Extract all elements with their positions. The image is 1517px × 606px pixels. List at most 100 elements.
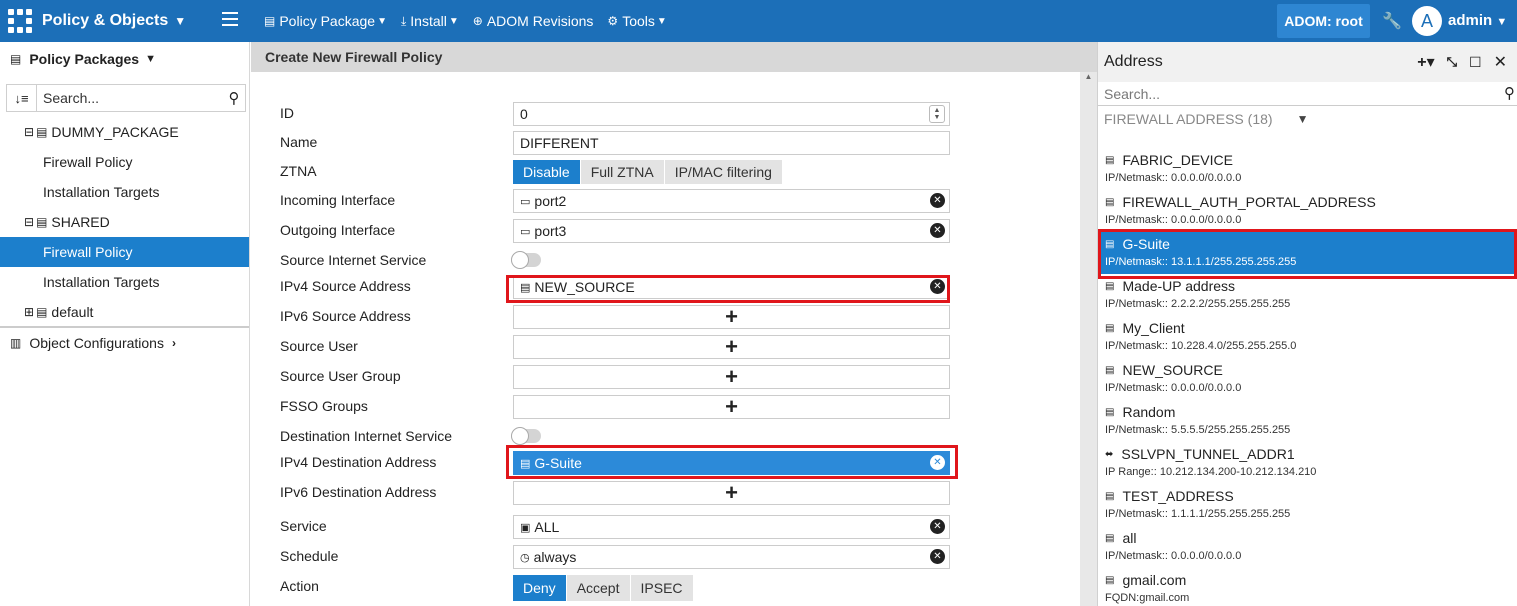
address-icon: ▤ [1105, 364, 1115, 376]
address-item[interactable]: ▤ TEST_ADDRESS IP/Netmask:: 1.1.1.1/255.25… [1099, 484, 1515, 526]
address-search-input[interactable]: Search... ⚲ [1098, 82, 1517, 106]
tree-item-firewall-policy-selected[interactable]: Firewall Policy [0, 237, 249, 267]
address-item[interactable]: ▤ Random IP/Netmask:: 5.5.5.5/255.255.255.… [1099, 400, 1515, 442]
search-icon[interactable]: ⚲ [223, 89, 245, 107]
address-icon: ▤ [1105, 532, 1115, 544]
expand-icon[interactable]: ⊞ [24, 305, 34, 319]
globe-icon: ⊕ [472, 14, 483, 28]
tree-item-installation-targets[interactable]: Installation Targets [0, 267, 249, 297]
sidebar-header[interactable]: ▤ Policy Packages ▼ [0, 42, 249, 76]
avatar[interactable]: A [1412, 6, 1442, 36]
wrench-icon[interactable]: 🔧 [1382, 11, 1402, 31]
adom-button[interactable]: ADOM: root [1277, 4, 1370, 38]
name-field[interactable]: DIFFERENT [513, 131, 950, 155]
user-menu[interactable]: admin ▼ [1448, 12, 1507, 29]
action-ipsec-button[interactable]: IPSEC [630, 575, 694, 601]
ztna-full-button[interactable]: Full ZTNA [580, 160, 665, 184]
address-item[interactable]: ⬌ SSLVPN_TUNNEL_ADDR1 IP Range:: 10.212.13… [1099, 442, 1515, 484]
action-deny-button[interactable]: Deny [513, 575, 567, 601]
schedule-field[interactable]: ◷ always ✕ [513, 545, 950, 569]
address-item[interactable]: ▤ NEW_SOURCE IP/Netmask:: 0.0.0.0/0.0.0.0 [1099, 358, 1515, 400]
address-icon: ▤ [1105, 280, 1115, 292]
action-accept-button[interactable]: Accept [566, 575, 631, 601]
remove-icon[interactable]: ✕ [930, 549, 945, 564]
address-item[interactable]: ▤ FABRIC_DEVICE IP/Netmask:: 0.0.0.0/0.0.0… [1099, 148, 1515, 190]
menu-install[interactable]: ⤓ Install ▼ [401, 13, 459, 29]
hamburger-menu-icon[interactable] [222, 12, 238, 28]
close-icon[interactable]: ✕ [1494, 52, 1507, 72]
ztna-ipmac-button[interactable]: IP/MAC filtering [664, 160, 783, 184]
fsso-groups-add[interactable]: + [513, 394, 950, 419]
source-user-add[interactable]: + [513, 334, 950, 359]
ztna-disable-button[interactable]: Disable [513, 160, 581, 184]
collapse-icon[interactable]: ⊟ [24, 125, 34, 139]
collapse-icon[interactable]: ⤡ [1447, 54, 1457, 70]
address-category[interactable]: FIREWALL ADDRESS (18) ▼ [1104, 111, 1308, 127]
menu-adom-revisions[interactable]: ⊕ ADOM Revisions [473, 13, 594, 29]
address-item[interactable]: ▤ My_Client IP/Netmask:: 10.228.4.0/255.25… [1099, 316, 1515, 358]
incoming-interface-field[interactable]: ▭ port2 ✕ [513, 189, 950, 213]
highlight-box [506, 275, 950, 303]
form-scrollbar[interactable]: ▲ [1080, 72, 1097, 606]
tree-item-dummy-package[interactable]: ⊟ ▤ DUMMY_PACKAGE [0, 117, 249, 147]
collapse-icon[interactable]: ⊟ [24, 215, 34, 229]
top-menu: ▤ Policy Package ▼ ⤓ Install ▼ ⊕ ADOM Revisio… [264, 0, 681, 42]
package-tree: ⊟ ▤ DUMMY_PACKAGE Firewall Policy Installa… [0, 117, 249, 327]
label-outgoing-interface: Outgoing Interface [280, 222, 396, 238]
label-schedule: Schedule [280, 548, 339, 564]
sidebar-divider [0, 326, 249, 328]
panel-tools: +▾ ⤡ ☐ ✕ [1405, 52, 1507, 72]
source-internet-service-toggle[interactable] [511, 251, 541, 269]
label-destination-internet-service: Destination Internet Service [280, 428, 452, 444]
menu-policy-package[interactable]: ▤ Policy Package ▼ [264, 13, 387, 29]
search-icon[interactable]: ⚲ [1504, 84, 1515, 102]
label-action: Action [280, 578, 319, 594]
source-user-group-add[interactable]: + [513, 364, 950, 389]
tree-item-shared[interactable]: ⊟ ▤ SHARED [0, 207, 249, 237]
id-field[interactable]: 0 ▲ ▼ [513, 102, 950, 126]
remove-icon[interactable]: ✕ [930, 519, 945, 534]
chevron-down-icon: ▼ [1496, 16, 1508, 28]
menu-tools[interactable]: ⚙ Tools ▼ [607, 13, 666, 29]
highlight-box [1098, 229, 1517, 279]
scroll-up-icon[interactable]: ▲ [1080, 72, 1097, 88]
label-ipv6-source: IPv6 Source Address [280, 308, 411, 324]
label-source-internet-service: Source Internet Service [280, 252, 427, 268]
schedule-icon: ◷ [520, 551, 530, 564]
app-brand[interactable]: Policy & Objects ▼ [0, 0, 200, 42]
add-icon[interactable]: +▾ [1417, 52, 1434, 72]
label-source-user-group: Source User Group [280, 368, 401, 384]
chevron-down-icon: ▼ [448, 15, 459, 27]
sidebar-search-input[interactable]: Search... [37, 90, 223, 106]
label-ipv4-source: IPv4 Source Address [280, 278, 411, 294]
ipv6-source-add[interactable]: + [513, 304, 950, 329]
tree-item-installation-targets[interactable]: Installation Targets [0, 177, 249, 207]
destination-internet-service-toggle[interactable] [511, 427, 541, 445]
objects-icon: ▥ [10, 336, 22, 350]
policy-form: Create New Firewall Policy ▲ ID 0 ▲ ▼ Nam… [251, 42, 1097, 606]
service-field[interactable]: ▣ ALL ✕ [513, 515, 950, 539]
sort-icon[interactable]: ↓≡ [7, 85, 37, 111]
id-stepper[interactable]: ▲ ▼ [929, 105, 945, 123]
address-item[interactable]: ▤ all IP/Netmask:: 0.0.0.0/0.0.0.0 [1099, 526, 1515, 568]
object-configurations-link[interactable]: ▥ Object Configurations › [10, 335, 176, 351]
folder-icon: ▤ [264, 14, 276, 28]
tree-item-default[interactable]: ⊞ ▤ default [0, 297, 249, 327]
label-fsso-groups: FSSO Groups [280, 398, 368, 414]
address-item[interactable]: ▤ Made-UP address IP/Netmask:: 2.2.2.2/255… [1099, 274, 1515, 316]
address-icon: ▤ [1105, 154, 1115, 166]
remove-icon[interactable]: ✕ [930, 193, 945, 208]
chevron-down-icon: ▼ [174, 14, 187, 28]
form-title: Create New Firewall Policy [251, 42, 1097, 72]
remove-icon[interactable]: ✕ [930, 223, 945, 238]
address-item[interactable]: ▤ FIREWALL_AUTH_PORTAL_ADDRESS IP/Netmask:… [1099, 190, 1515, 232]
tree-item-firewall-policy[interactable]: Firewall Policy [0, 147, 249, 177]
outgoing-interface-field[interactable]: ▭ port3 ✕ [513, 219, 950, 243]
package-icon: ▤ [36, 125, 48, 139]
sidebar-search: ↓≡ Search... ⚲ [6, 84, 246, 112]
interface-icon: ▭ [520, 225, 531, 238]
ipv6-destination-add[interactable]: + [513, 480, 950, 505]
maximize-icon[interactable]: ☐ [1469, 54, 1482, 71]
label-incoming-interface: Incoming Interface [280, 192, 396, 208]
address-item[interactable]: ▤ gmail.com FQDN:gmail.com [1099, 568, 1515, 606]
